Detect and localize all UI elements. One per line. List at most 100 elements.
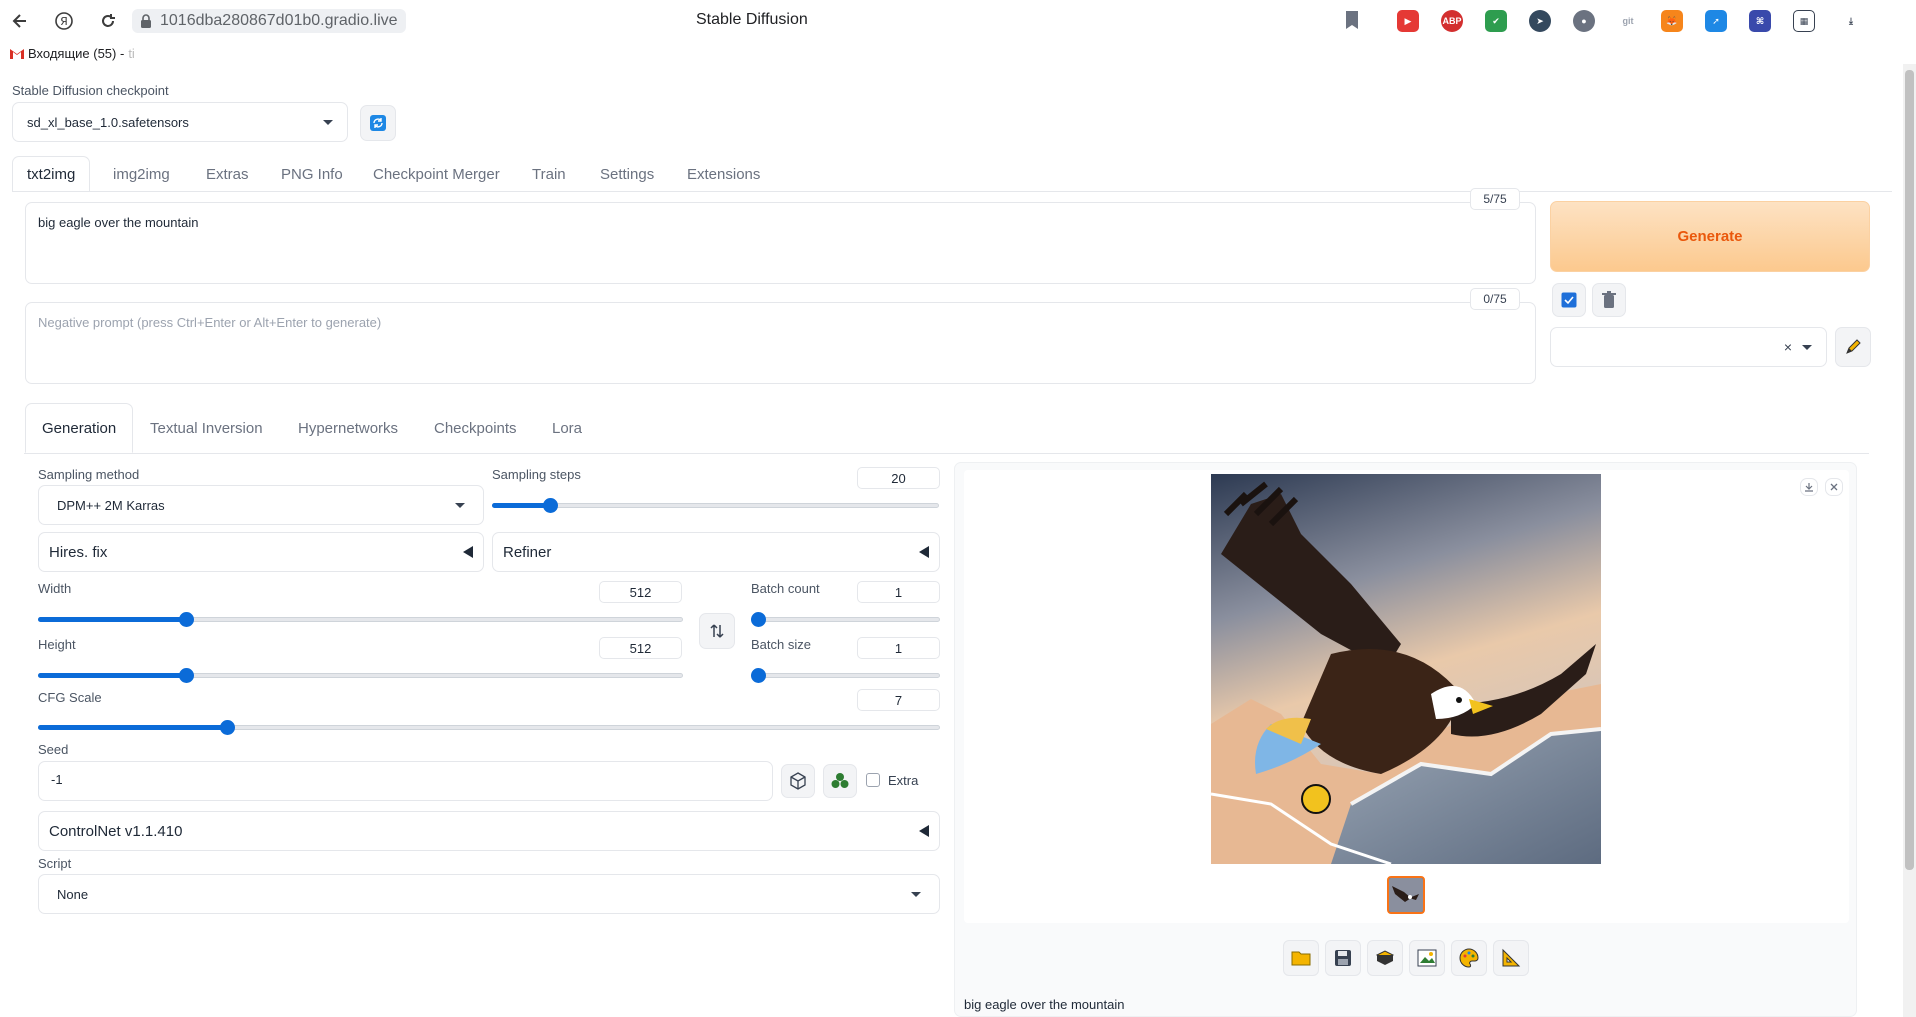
edit-styles-button[interactable] (1835, 327, 1871, 367)
controlnet-label: ControlNet v1.1.410 (49, 822, 183, 840)
tab-txt2img[interactable]: txt2img (12, 156, 91, 192)
tab-checkpoint-merger[interactable]: Checkpoint Merger (359, 156, 514, 192)
chevron-down-icon (1802, 344, 1812, 350)
browser-page-title: Stable Diffusion (696, 11, 808, 28)
scrollbar-thumb[interactable] (1905, 70, 1914, 870)
sampling-steps-slider[interactable] (492, 498, 939, 513)
prompt-textarea[interactable]: big eagle over the mountain (25, 202, 1536, 284)
cursor-icon[interactable]: ➤ (1529, 10, 1551, 32)
script-dropdown[interactable]: None (38, 874, 940, 914)
slider-thumb[interactable] (751, 668, 766, 683)
tab-extras[interactable]: Extras (192, 156, 263, 192)
gitzip-icon[interactable]: git (1617, 10, 1639, 32)
planet-icon[interactable]: ● (1573, 10, 1595, 32)
seed-input[interactable]: -1 (38, 761, 773, 801)
script-value: None (57, 886, 89, 902)
open-folder-button[interactable] (1283, 940, 1319, 976)
slider-thumb[interactable] (179, 668, 194, 683)
clear-prompt-button[interactable] (1592, 283, 1626, 317)
close-icon (1830, 483, 1838, 491)
tab-train[interactable]: Train (518, 156, 580, 192)
slider-track (751, 617, 940, 622)
cfg-scale-slider[interactable] (38, 720, 940, 735)
hires-fix-label: Hires. fix (49, 543, 108, 561)
lock-icon (140, 14, 152, 28)
send-to-img2img-button[interactable] (1409, 940, 1445, 976)
abp-icon[interactable]: ABP (1441, 10, 1463, 32)
tab-png-info[interactable]: PNG Info (267, 156, 357, 192)
height-slider[interactable] (38, 668, 683, 683)
swap-dimensions-button[interactable] (699, 613, 735, 649)
tab-extensions[interactable]: Extensions (673, 156, 774, 192)
bookmark-gmail[interactable]: Входящие (55) - ti (10, 46, 135, 61)
slider-thumb[interactable] (543, 498, 558, 513)
send-to-extras-button[interactable] (1493, 940, 1529, 976)
width-slider[interactable] (38, 612, 683, 627)
batch-size-input[interactable]: 1 (857, 637, 940, 659)
hires-fix-accordion[interactable]: Hires. fix (38, 532, 484, 572)
address-bar[interactable]: 1016dba280867d01b0.gradio.live (132, 9, 406, 33)
tab-settings[interactable]: Settings (586, 156, 668, 192)
sampling-method-dropdown[interactable]: DPM++ 2M Karras (38, 485, 484, 525)
random-seed-button[interactable] (781, 764, 815, 798)
slider-thumb[interactable] (179, 612, 194, 627)
gallery-thumbnail[interactable] (1387, 876, 1425, 914)
negative-prompt-textarea[interactable]: Negative prompt (press Ctrl+Enter or Alt… (25, 302, 1536, 384)
extra-seed-checkbox[interactable] (866, 773, 880, 787)
batch-size-slider[interactable] (751, 668, 940, 683)
width-input[interactable]: 512 (599, 581, 682, 603)
refiner-accordion[interactable]: Refiner (492, 532, 940, 572)
bookmark-label-tail: ti (128, 46, 135, 61)
subtab-hypernetworks[interactable]: Hypernetworks (282, 403, 414, 453)
sampling-steps-input[interactable]: 20 (857, 467, 940, 489)
slider-thumb[interactable] (220, 720, 235, 735)
reuse-seed-button[interactable] (823, 764, 857, 798)
show-extra-networks-button[interactable] (1552, 283, 1586, 317)
controlnet-accordion[interactable]: ControlNet v1.1.410 (38, 811, 940, 851)
slider-thumb[interactable] (751, 612, 766, 627)
metamask-icon[interactable]: 🦊 (1661, 10, 1683, 32)
folder-icon (1291, 951, 1311, 966)
seed-label: Seed (38, 742, 69, 757)
scan-icon[interactable]: ⌘ (1749, 10, 1771, 32)
image-icon (1417, 949, 1437, 967)
save-button[interactable] (1325, 940, 1361, 976)
height-input[interactable]: 512 (599, 637, 682, 659)
bookmarks-bar (0, 43, 1916, 64)
subtab-generation[interactable]: Generation (25, 403, 134, 453)
zip-button[interactable] (1367, 940, 1403, 976)
send-icon[interactable]: ➚ (1705, 10, 1727, 32)
swap-icon (710, 624, 724, 638)
youtube-icon[interactable]: ▶ (1397, 10, 1419, 32)
grid-icon[interactable]: ▦ (1793, 10, 1815, 32)
sampling-method-label: Sampling method (38, 467, 140, 482)
slider-fill (492, 503, 550, 508)
negative-token-counter: 0/75 (1470, 288, 1520, 310)
output-caption: big eagle over the mountain (964, 997, 1125, 1012)
tab-img2img[interactable]: img2img (99, 156, 184, 192)
close-preview-button[interactable] (1825, 478, 1843, 496)
yandex-icon[interactable]: Я (50, 7, 78, 35)
shield-icon[interactable]: ✔ (1485, 10, 1507, 32)
generate-button[interactable]: Generate (1550, 201, 1870, 272)
styles-dropdown[interactable]: × (1550, 327, 1827, 367)
back-icon[interactable] (6, 7, 34, 35)
download-icon[interactable]: ⤓ (1840, 10, 1862, 32)
svg-text:Я: Я (60, 15, 68, 28)
bookmark-icon[interactable] (1344, 10, 1360, 33)
send-to-inpaint-button[interactable] (1451, 940, 1487, 976)
subtab-checkpoints[interactable]: Checkpoints (418, 403, 533, 453)
subtab-textual-inversion[interactable]: Textual Inversion (134, 403, 279, 453)
clear-styles-icon[interactable]: × (1784, 339, 1792, 355)
batch-count-input[interactable]: 1 (857, 581, 940, 603)
batch-count-slider[interactable] (751, 612, 940, 627)
refresh-checkpoint-button[interactable] (360, 105, 396, 141)
generated-image[interactable] (1210, 474, 1602, 866)
subtab-lora[interactable]: Lora (536, 403, 598, 453)
eagle-image (1210, 474, 1602, 866)
cfg-scale-input[interactable]: 7 (857, 689, 940, 711)
reload-icon[interactable] (94, 7, 122, 35)
checkpoint-dropdown[interactable]: sd_xl_base_1.0.safetensors (12, 102, 348, 142)
trash-icon (1602, 291, 1616, 308)
download-image-button[interactable] (1800, 478, 1818, 496)
